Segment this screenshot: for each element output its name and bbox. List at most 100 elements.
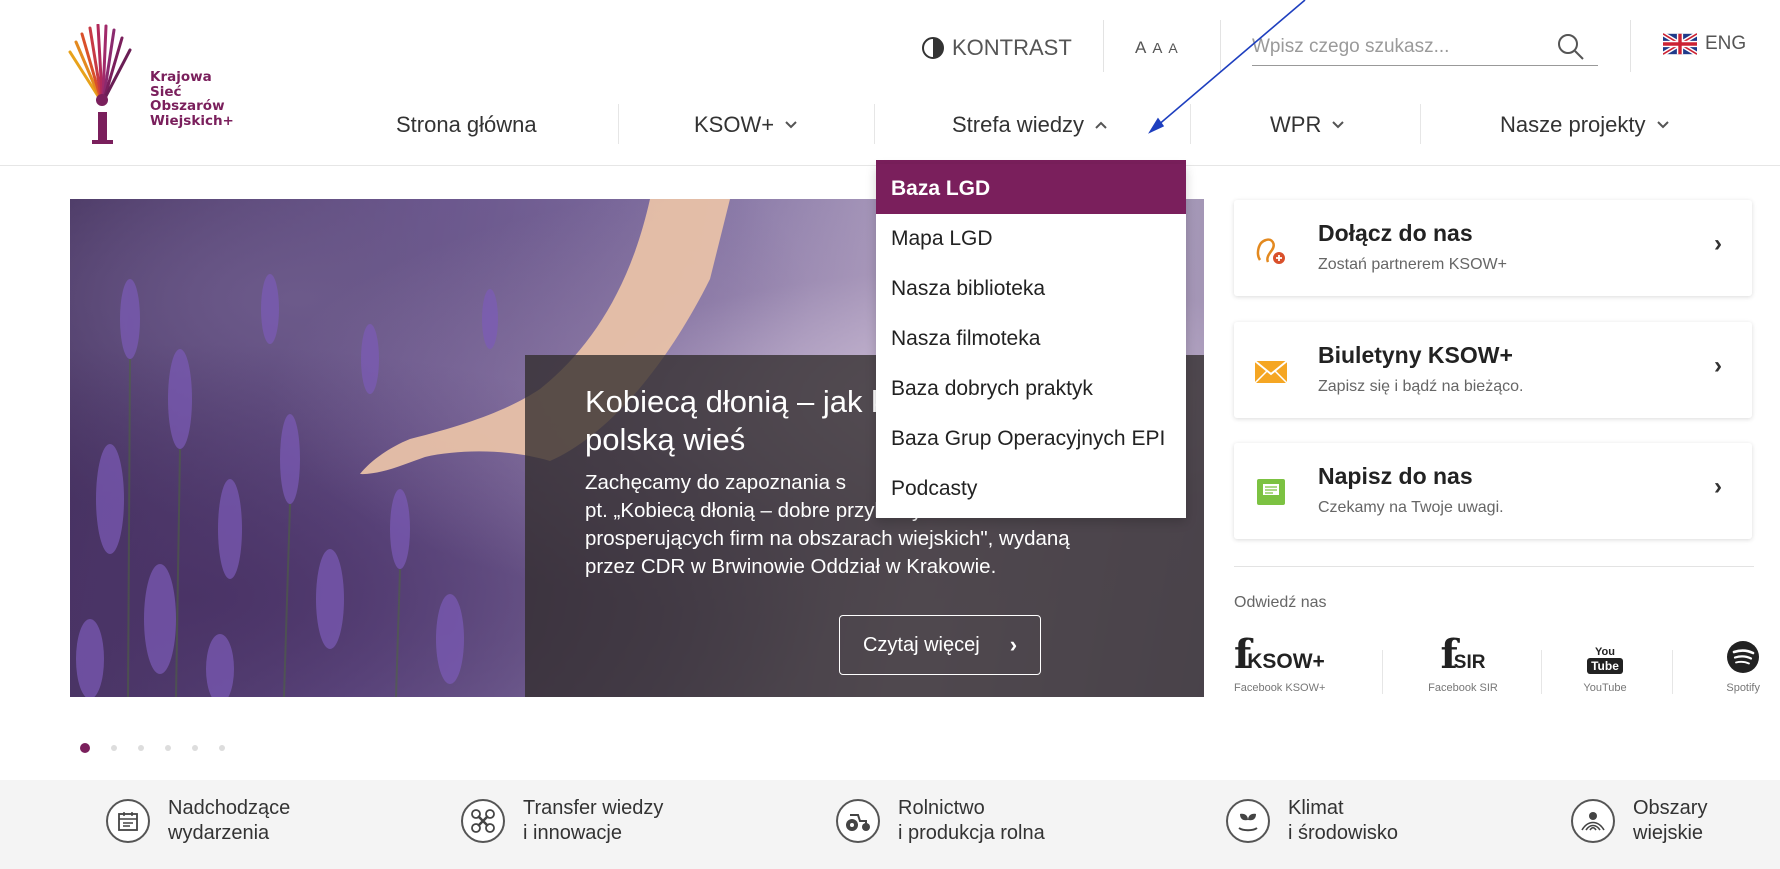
slider-dot[interactable] (111, 745, 117, 751)
category-label: Klimat (1288, 797, 1344, 819)
card-title: Dołącz do nas (1318, 220, 1473, 246)
category-label: i innowacje (523, 822, 622, 844)
divider (618, 104, 619, 144)
category-label: Rolnictwo (898, 797, 985, 819)
logo-text: Krajowa Sieć Obszarów Wiejskich+ (150, 70, 234, 128)
nav-ksow[interactable]: KSOW+ (694, 105, 798, 145)
dropdown-item-mapa-lgd[interactable]: Mapa LGD (876, 214, 1186, 264)
chevron-right-icon: › (1714, 352, 1722, 379)
card-title: Biuletyny KSOW+ (1318, 342, 1513, 368)
divider (1234, 566, 1754, 567)
facebook-sir-icon: f SIR (1440, 631, 1486, 678)
font-size-small[interactable]: A (1135, 38, 1148, 58)
social-label: Facebook SIR (1428, 682, 1498, 694)
logo-line: Sieć (150, 83, 182, 100)
hero-text-line: przez CDR w Brwinowie Oddział w Krakowie… (585, 555, 997, 578)
font-size-controls: A A A (1135, 30, 1184, 66)
site-header: Krajowa Sieć Obszarów Wiejskich+ KONTRAS… (0, 0, 1780, 166)
social-label: Facebook KSOW+ (1234, 682, 1326, 694)
chevron-down-icon (1656, 121, 1669, 129)
facebook-brand-text: SIR (1453, 652, 1486, 673)
divider (1672, 650, 1673, 694)
chevron-right-icon: › (1714, 473, 1722, 500)
divider (1420, 104, 1421, 144)
field-icon (1571, 799, 1615, 843)
youtube-icon: You Tube (1545, 630, 1665, 674)
divider (1630, 20, 1631, 72)
dropdown-item-dobre-praktyki[interactable]: Baza dobrych praktyk (876, 364, 1186, 414)
dropdown-item-biblioteka[interactable]: Nasza biblioteka (876, 264, 1186, 314)
category-label: wydarzenia (168, 822, 270, 844)
card-join-us[interactable]: Dołącz do nas Zostań partnerem KSOW+ › (1234, 200, 1752, 296)
youtube-brand-bottom: Tube (1587, 658, 1623, 674)
font-size-large[interactable]: A (1168, 40, 1179, 56)
chevron-right-icon: › (1009, 632, 1018, 657)
nav-nasze-projekty[interactable]: Nasze projekty (1500, 105, 1670, 145)
nav-home[interactable]: Strona główna (396, 105, 537, 145)
nav-label: KSOW+ (694, 112, 775, 137)
social-spotify[interactable]: Spotify (1692, 630, 1760, 704)
logo-line: Wiejskich+ (150, 112, 234, 129)
slider-dot[interactable] (138, 745, 144, 751)
uk-flag-icon (1663, 33, 1697, 55)
category-agriculture[interactable]: Rolnictwo i produkcja rolna (836, 796, 1045, 846)
slider-dot[interactable] (165, 745, 171, 751)
partner-icon (1256, 238, 1285, 264)
font-size-medium[interactable]: A (1152, 40, 1164, 57)
contrast-icon (922, 37, 944, 59)
category-label: Nadchodzące (168, 797, 291, 819)
social-youtube[interactable]: You Tube YouTube (1545, 630, 1665, 704)
slider-dot[interactable] (80, 743, 90, 753)
social-facebook-ksow[interactable]: f KSOW+ Facebook KSOW+ (1234, 630, 1342, 704)
tractor-icon (836, 799, 880, 843)
logo-line: Krajowa (150, 69, 212, 85)
slider-dot[interactable] (192, 745, 198, 751)
dropdown-item-podcasty[interactable]: Podcasty (876, 464, 1186, 514)
nav-wpr[interactable]: WPR (1270, 105, 1345, 145)
contrast-label: KONTRAST (952, 35, 1072, 60)
search-icon[interactable] (1556, 32, 1586, 62)
drone-icon (461, 799, 505, 843)
chevron-down-icon (1332, 121, 1345, 129)
contrast-toggle[interactable]: KONTRAST (922, 30, 1072, 66)
search-input[interactable] (1252, 30, 1532, 64)
divider (1103, 20, 1104, 72)
message-icon (1257, 479, 1285, 505)
card-title: Napisz do nas (1318, 463, 1473, 489)
category-rural-areas[interactable]: Obszary wiejskie (1571, 796, 1707, 846)
hero-text-line: prosperujących firm na obszarach wiejski… (585, 527, 1070, 550)
dropdown-item-baza-lgd[interactable]: Baza LGD (876, 164, 1186, 214)
facebook-brand-text: KSOW+ (1247, 650, 1325, 673)
slider-dot[interactable] (219, 745, 225, 751)
category-events[interactable]: Nadchodzące wydarzenia (106, 796, 290, 846)
ksow-logo[interactable]: Krajowa Sieć Obszarów Wiejskich+ (68, 23, 278, 148)
dropdown-item-filmoteka[interactable]: Nasza filmoteka (876, 314, 1186, 364)
social-label: Spotify (1726, 682, 1760, 694)
category-knowledge-transfer[interactable]: Transfer wiedzy i innowacje (461, 796, 663, 846)
divider (1541, 650, 1542, 694)
chevron-up-icon (1095, 121, 1107, 129)
read-more-button[interactable]: Czytaj więcej › (839, 615, 1041, 675)
category-label: Transfer wiedzy (523, 797, 664, 819)
social-label: YouTube (1583, 682, 1627, 694)
dropdown-item-grupy-epi[interactable]: Baza Grup Operacyjnych EPI (876, 414, 1186, 464)
facebook-ksow-icon: f KSOW+ (1234, 631, 1325, 678)
nav-strefa-wiedzy[interactable]: Strefa wiedzy (952, 105, 1108, 145)
calendar-icon (106, 799, 150, 843)
divider (874, 104, 875, 144)
card-subtitle: Czekamy na Twoje uwagi. (1318, 499, 1504, 516)
nav-label: Nasze projekty (1500, 112, 1646, 137)
chevron-right-icon: › (1714, 230, 1722, 257)
category-climate[interactable]: Klimat i środowisko (1226, 796, 1398, 846)
card-subtitle: Zostań partnerem KSOW+ (1318, 256, 1507, 273)
nav-label: WPR (1270, 112, 1322, 137)
mail-icon (1254, 360, 1288, 384)
divider (1382, 650, 1383, 694)
language-switch[interactable]: ENG (1663, 33, 1746, 55)
card-subtitle: Zapisz się i bądź na bieżąco. (1318, 378, 1524, 395)
strefa-wiedzy-dropdown: Baza LGD Mapa LGD Nasza biblioteka Nasza… (876, 164, 1186, 518)
divider (1190, 104, 1191, 144)
social-facebook-sir[interactable]: f SIR Facebook SIR (1403, 630, 1523, 704)
card-write-to-us[interactable]: Napisz do nas Czekamy na Twoje uwagi. › (1234, 443, 1752, 539)
card-newsletters[interactable]: Biuletyny KSOW+ Zapisz się i bądź na bie… (1234, 322, 1752, 418)
